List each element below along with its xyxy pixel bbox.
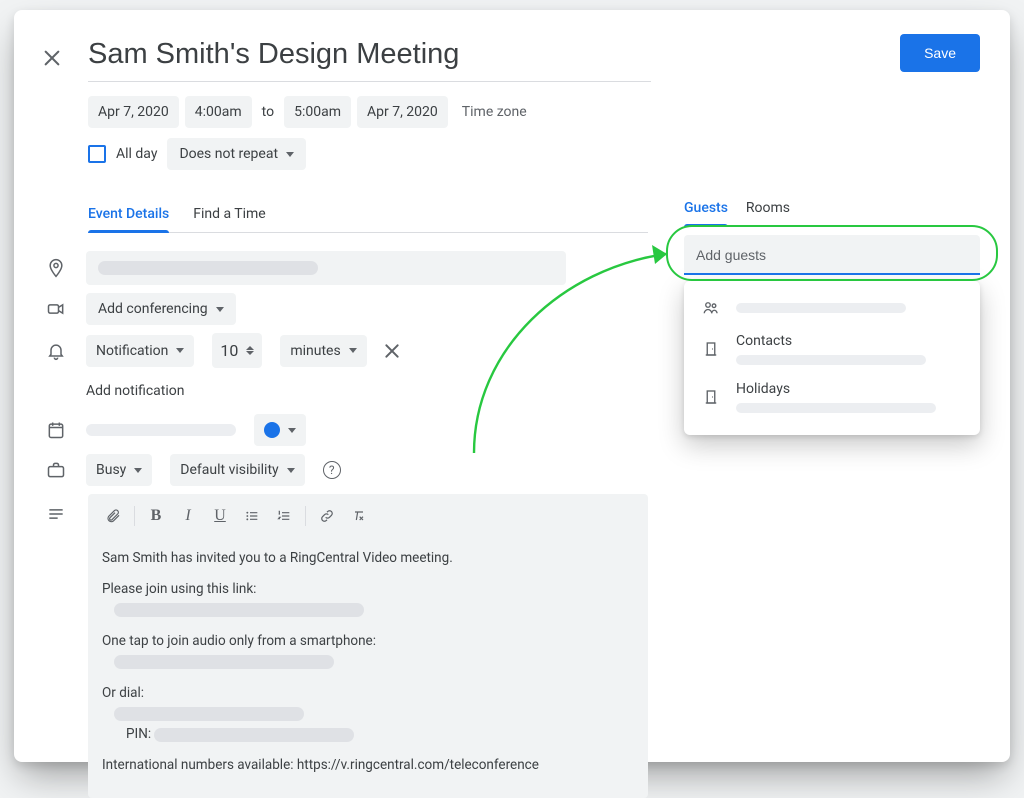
chevron-down-icon: [287, 468, 295, 473]
link-icon[interactable]: [312, 502, 342, 530]
close-icon[interactable]: [44, 50, 60, 66]
chevron-down-icon: [176, 348, 184, 353]
notification-unit-dropdown[interactable]: minutes: [280, 335, 366, 367]
start-time-chip[interactable]: 4:00am: [185, 96, 252, 128]
notification-type-label: Notification: [96, 343, 168, 359]
attach-icon[interactable]: [98, 502, 128, 530]
visibility-label: Default visibility: [180, 462, 278, 478]
video-icon: [44, 299, 68, 319]
bulleted-list-icon[interactable]: [237, 502, 267, 530]
people-icon: [700, 299, 722, 317]
calendar-icon: [44, 420, 68, 440]
add-conferencing-dropdown[interactable]: Add conferencing: [86, 293, 236, 325]
underline-icon[interactable]: U: [205, 502, 235, 530]
chevron-down-icon: [134, 468, 142, 473]
suggestion-recent[interactable]: [698, 291, 966, 325]
availability-label: Busy: [96, 462, 126, 478]
visibility-dropdown[interactable]: Default visibility: [170, 454, 304, 486]
chevron-down-icon: [288, 428, 296, 433]
end-date-chip[interactable]: Apr 7, 2020: [357, 96, 448, 128]
allday-checkbox[interactable]: [88, 145, 106, 163]
notification-unit-label: minutes: [290, 343, 340, 359]
help-icon[interactable]: ?: [323, 461, 341, 479]
add-notification-link[interactable]: Add notification: [86, 383, 185, 399]
add-guests-input[interactable]: [684, 235, 980, 275]
bold-icon[interactable]: B: [141, 502, 171, 530]
door-icon: [700, 340, 722, 358]
desc-line-3: One tap to join audio only from a smartp…: [102, 633, 376, 649]
repeat-label: Does not repeat: [179, 146, 278, 162]
event-title-input[interactable]: [88, 34, 651, 82]
chevron-down-icon: [216, 307, 224, 312]
tab-guests[interactable]: Guests: [684, 200, 728, 216]
calendar-select[interactable]: [86, 424, 236, 436]
chevron-down-icon: [349, 348, 357, 353]
tab-find-a-time[interactable]: Find a Time: [193, 206, 266, 232]
save-button[interactable]: Save: [900, 34, 980, 72]
repeat-dropdown[interactable]: Does not repeat: [167, 138, 306, 170]
desc-line-2: Please join using this link:: [102, 581, 256, 597]
allday-label: All day: [116, 146, 157, 162]
availability-dropdown[interactable]: Busy: [86, 454, 152, 486]
location-icon: [44, 258, 68, 278]
event-color-dropdown[interactable]: [254, 414, 306, 446]
door-icon: [700, 388, 722, 406]
editor-toolbar: B I U: [88, 494, 648, 536]
clear-formatting-icon[interactable]: [344, 502, 374, 530]
tab-event-details[interactable]: Event Details: [88, 206, 169, 232]
description-icon: [44, 504, 68, 524]
description-textarea[interactable]: Sam Smith has invited you to a RingCentr…: [88, 536, 648, 776]
desc-line-4: Or dial:: [102, 685, 144, 701]
desc-line-intl: International numbers available: https:/…: [102, 755, 634, 776]
location-input[interactable]: [86, 251, 566, 285]
guest-suggestions-dropdown: Contacts Holidays: [684, 281, 980, 435]
remove-notification-icon[interactable]: [385, 344, 399, 358]
end-time-chip[interactable]: 5:00am: [284, 96, 351, 128]
pin-label: PIN:: [126, 726, 151, 742]
desc-line-1: Sam Smith has invited you to a RingCentr…: [102, 548, 634, 569]
notification-value: 10: [220, 341, 238, 360]
color-dot-icon: [264, 422, 280, 438]
tab-rooms[interactable]: Rooms: [746, 200, 790, 216]
conferencing-label: Add conferencing: [98, 301, 208, 317]
notification-value-stepper[interactable]: 10: [212, 333, 262, 368]
to-label: to: [258, 104, 278, 120]
timezone-link[interactable]: Time zone: [454, 104, 527, 120]
briefcase-icon: [44, 460, 68, 480]
suggestion-contacts[interactable]: Contacts: [698, 325, 966, 373]
start-date-chip[interactable]: Apr 7, 2020: [88, 96, 179, 128]
bell-icon: [44, 341, 68, 361]
contacts-label: Contacts: [736, 333, 964, 349]
notification-type-dropdown[interactable]: Notification: [86, 335, 194, 367]
holidays-label: Holidays: [736, 381, 964, 397]
chevron-down-icon: [286, 152, 294, 157]
italic-icon[interactable]: I: [173, 502, 203, 530]
numbered-list-icon[interactable]: [269, 502, 299, 530]
suggestion-holidays[interactable]: Holidays: [698, 373, 966, 421]
